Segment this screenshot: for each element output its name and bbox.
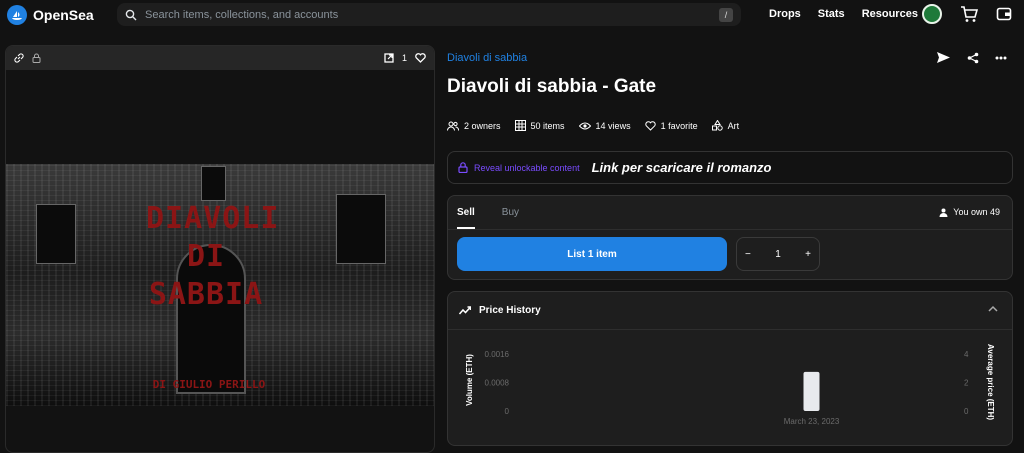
y-axis-label-right: Average price (ETH) bbox=[986, 344, 995, 421]
brand-name: OpenSea bbox=[33, 7, 94, 23]
unlockable-content-panel: Reveal unlockable content Link per scari… bbox=[447, 151, 1013, 184]
search-bar[interactable]: / bbox=[117, 3, 741, 26]
nav-link-drops[interactable]: Drops bbox=[769, 8, 801, 20]
top-nav: OpenSea / Drops Stats Resources bbox=[0, 0, 1024, 29]
art-window-shape bbox=[201, 166, 226, 201]
price-history-title: Price History bbox=[479, 305, 541, 316]
trade-panel: Sell Buy You own 49 List 1 item − 1 + bbox=[447, 195, 1013, 280]
item-media-card: 1 DIAVOLI DI SABBIA DI GIULIO PERILLO bbox=[5, 45, 435, 453]
item-meta-row: 2 owners 50 items 14 views 1 favorite Ar… bbox=[447, 120, 739, 131]
search-shortcut-key: / bbox=[719, 7, 733, 22]
owners-icon bbox=[447, 121, 459, 131]
y-tick-label-left: 0.0016 bbox=[485, 350, 510, 359]
price-history-chart: Volume (ETH) Average price (ETH) 0.0016 0… bbox=[465, 344, 995, 426]
divider bbox=[448, 229, 1012, 230]
items-text: 50 items bbox=[530, 120, 565, 131]
price-history-panel: Price History Volume (ETH) Average price… bbox=[447, 291, 1013, 446]
unlock-icon bbox=[458, 162, 468, 173]
nft-artwork-image: DIAVOLI DI SABBIA DI GIULIO PERILLO bbox=[6, 164, 434, 406]
you-own-text: You own 49 bbox=[953, 207, 1000, 217]
views-text: 14 views bbox=[595, 120, 631, 131]
decrease-quantity-button[interactable]: − bbox=[745, 249, 751, 260]
profile-avatar[interactable] bbox=[922, 4, 942, 24]
trend-icon bbox=[459, 306, 471, 315]
nav-link-resources[interactable]: Resources bbox=[862, 8, 918, 20]
art-window-shape bbox=[336, 194, 386, 264]
art-subtitle-text: DI GIULIO PERILLO bbox=[152, 378, 266, 391]
items-stat: 50 items bbox=[514, 120, 565, 131]
search-input[interactable] bbox=[145, 8, 711, 21]
art-title-text: DIAVOLI DI SABBIA bbox=[146, 201, 280, 312]
increase-quantity-button[interactable]: + bbox=[805, 249, 811, 260]
more-icon[interactable] bbox=[995, 56, 1007, 60]
trade-tabs: Sell Buy bbox=[457, 207, 519, 218]
ownership-info: You own 49 bbox=[939, 207, 1000, 217]
eye-icon bbox=[578, 122, 591, 129]
unlockable-note: Link per scaricare il romanzo bbox=[591, 160, 772, 175]
x-tick-label: March 23, 2023 bbox=[784, 417, 840, 426]
art-window-shape bbox=[36, 204, 76, 264]
y-tick-label-right: 0 bbox=[964, 407, 969, 416]
y-tick-label-left: 0.0008 bbox=[485, 379, 510, 388]
wallet-icon[interactable] bbox=[996, 6, 1012, 22]
nav-link-stats[interactable]: Stats bbox=[818, 8, 845, 20]
nav-icons bbox=[922, 4, 1012, 24]
owners-text: 2 owners bbox=[464, 120, 501, 131]
category-stat[interactable]: Art bbox=[711, 120, 740, 131]
lock-icon bbox=[32, 53, 41, 63]
item-title: Diavoli di sabbia - Gate bbox=[447, 76, 657, 97]
heart-icon[interactable] bbox=[415, 53, 426, 63]
media-toolbar: 1 bbox=[6, 46, 434, 70]
quantity-value[interactable]: 1 bbox=[775, 249, 781, 260]
search-icon bbox=[125, 9, 137, 20]
shapes-icon bbox=[711, 120, 723, 131]
share-icon[interactable] bbox=[967, 52, 979, 64]
open-external-icon[interactable] bbox=[384, 53, 394, 63]
reveal-unlockable-link[interactable]: Reveal unlockable content bbox=[474, 163, 580, 173]
list-item-button[interactable]: List 1 item bbox=[457, 237, 727, 271]
tab-buy[interactable]: Buy bbox=[502, 207, 519, 218]
opensea-logo-icon bbox=[7, 5, 27, 25]
quantity-stepper: − 1 + bbox=[736, 237, 820, 271]
link-icon[interactable] bbox=[14, 53, 24, 63]
person-icon bbox=[939, 208, 948, 217]
y-tick-label-right: 4 bbox=[964, 350, 969, 359]
owners-stat[interactable]: 2 owners bbox=[447, 121, 501, 131]
chevron-up-icon[interactable] bbox=[988, 305, 998, 312]
volume-bar bbox=[803, 371, 820, 411]
item-actions bbox=[936, 51, 1007, 64]
favorites-stat[interactable]: 1 favorite bbox=[644, 120, 698, 131]
nav-links: Drops Stats Resources bbox=[769, 8, 935, 20]
grid-icon bbox=[514, 120, 526, 131]
y-tick-label-left: 0 bbox=[505, 407, 510, 416]
heart-outline-icon bbox=[644, 120, 656, 131]
send-icon[interactable] bbox=[936, 51, 951, 64]
y-axis-label-left: Volume (ETH) bbox=[465, 354, 474, 406]
favorite-count: 1 bbox=[401, 53, 407, 63]
y-tick-label-right: 2 bbox=[964, 379, 969, 388]
cart-icon[interactable] bbox=[960, 5, 978, 23]
brand-logo[interactable]: OpenSea bbox=[7, 5, 94, 25]
views-stat: 14 views bbox=[578, 120, 631, 131]
favorites-text: 1 favorite bbox=[660, 120, 698, 131]
price-history-header[interactable]: Price History bbox=[448, 292, 1012, 330]
tab-sell[interactable]: Sell bbox=[457, 207, 475, 218]
collection-link[interactable]: Diavoli di sabbia bbox=[447, 52, 527, 64]
category-text: Art bbox=[727, 120, 740, 131]
